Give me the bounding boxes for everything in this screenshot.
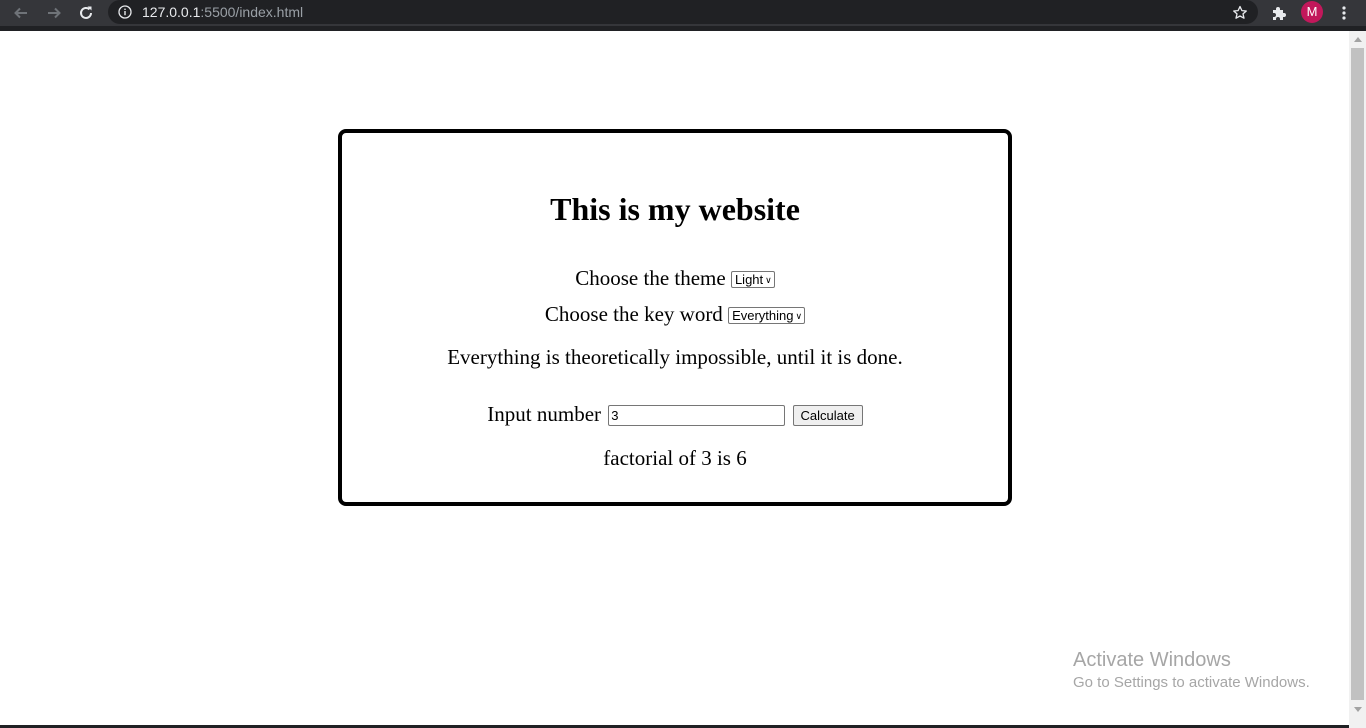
url-host: 127.0.0.1 [142, 4, 201, 20]
theme-label: Choose the theme [575, 266, 726, 290]
forward-button[interactable] [44, 3, 64, 23]
page-title: This is my website [550, 191, 800, 227]
back-button[interactable] [11, 3, 31, 23]
puzzle-icon [1273, 7, 1286, 20]
scroll-up-button[interactable] [1349, 31, 1366, 48]
forward-arrow-icon [48, 7, 61, 19]
reload-icon [80, 6, 92, 19]
theme-row: Choose the theme Light ∨ [342, 266, 1008, 290]
keyword-row: Choose the key word Everything ∨ [342, 302, 1008, 326]
factorial-result: factorial of 3 is 6 [603, 446, 747, 470]
quote-text: Everything is theoretically impossible, … [447, 345, 903, 369]
activation-watermark-title: Activate Windows [1073, 649, 1231, 671]
theme-select-value: Light [734, 271, 764, 287]
triangle-up-icon [1353, 37, 1362, 42]
chevron-down-icon: ∨ [795, 310, 803, 321]
kebab-menu-icon [1342, 6, 1346, 20]
extensions-button[interactable] [1269, 3, 1289, 23]
input-row: Input number 3 Calculate [342, 402, 1008, 427]
keyword-select-value: Everything [732, 307, 794, 323]
keyword-select[interactable]: Everything ∨ [728, 306, 806, 324]
info-icon[interactable] [118, 5, 132, 19]
bookmark-button[interactable] [1230, 3, 1250, 23]
scrollbar-thumb[interactable] [1351, 48, 1364, 700]
triangle-down-icon [1353, 707, 1362, 712]
star-icon [1233, 5, 1247, 19]
back-arrow-icon [14, 7, 27, 19]
content-card: This is my website Choose the theme Ligh… [338, 129, 1012, 506]
url-text[interactable]: 127.0.0.1:5500/index.html [142, 4, 303, 20]
activation-watermark-subtitle: Go to Settings to activate Windows. [1073, 674, 1310, 691]
keyword-label: Choose the key word [544, 302, 723, 326]
theme-select[interactable]: Light ∨ [730, 270, 775, 288]
reload-button[interactable] [76, 3, 96, 23]
input-label: Input number [487, 402, 602, 426]
browser-toolbar: 127.0.0.1:5500/index.html M [0, 0, 1366, 26]
menu-button[interactable] [1334, 3, 1354, 23]
number-input[interactable]: 3 [608, 404, 786, 426]
chevron-down-icon: ∨ [765, 274, 772, 285]
scroll-down-button[interactable] [1349, 701, 1366, 718]
url-path: :5500/index.html [200, 4, 304, 20]
toolbar-divider [0, 26, 1366, 31]
calculate-button[interactable]: Calculate [792, 404, 863, 426]
profile-avatar[interactable]: M [1301, 1, 1323, 23]
